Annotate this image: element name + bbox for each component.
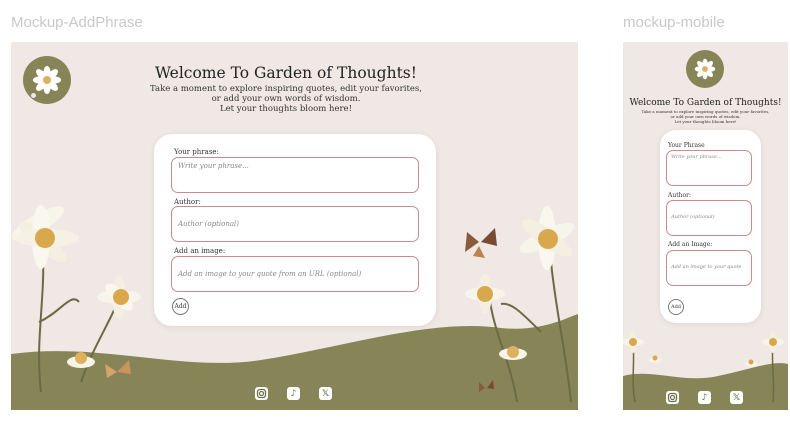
image-label: Add an image:	[174, 247, 226, 255]
mobile-image-url-input[interactable]: Add an image to your quote	[666, 250, 752, 286]
butterfly-right	[465, 228, 497, 258]
mobile-frame-label: mockup-mobile	[623, 14, 725, 31]
desktop-mockup: Welcome To Garden of Thoughts! Take a mo…	[11, 42, 578, 410]
tiktok-icon[interactable]: ♪	[287, 387, 300, 400]
mobile-flower-icon	[694, 58, 716, 80]
flower-icon	[33, 66, 61, 94]
author-input[interactable]: Author (optional)	[171, 206, 419, 242]
mobile-author-input[interactable]: Author (optional)	[666, 200, 752, 236]
intro-line-2: or add your own words of wisdom.	[211, 94, 361, 104]
mobile-instagram-icon[interactable]	[666, 391, 679, 404]
page-title: Welcome To Garden of Thoughts!	[155, 64, 417, 82]
intro-line-1: Take a moment to explore inspiring quote…	[150, 84, 422, 94]
mobile-add-button[interactable]: Add	[668, 299, 684, 315]
intro-line-3: Let your thoughts bloom here!	[220, 104, 352, 114]
mobile-x-icon[interactable]: 𝕏	[730, 391, 743, 404]
add-button[interactable]: Add	[172, 298, 189, 315]
desktop-frame-label: Mockup-AddPhrase	[11, 14, 143, 31]
mobile-phrase-label: Your Phrase	[668, 142, 705, 149]
author-label: Author:	[174, 198, 201, 206]
garden-logo	[23, 56, 71, 104]
mobile-mockup: Welcome To Garden of Thoughts! Take a mo…	[623, 42, 788, 410]
x-icon[interactable]: 𝕏	[319, 387, 332, 400]
mobile-intro-line-3: Let your thoughts bloom here!	[674, 119, 737, 124]
mobile-phrase-input[interactable]: Write your phrase...	[666, 150, 752, 186]
mobile-garden-logo	[686, 50, 724, 88]
phrase-label: Your phrase:	[174, 148, 219, 156]
mobile-page-title: Welcome To Garden of Thoughts!	[629, 98, 782, 108]
instagram-icon[interactable]	[255, 387, 268, 400]
mobile-tiktok-icon[interactable]: ♪	[698, 391, 711, 404]
image-url-input[interactable]: Add an image to your quote from an URL (…	[171, 256, 419, 292]
phrase-input[interactable]: Write your phrase...	[171, 157, 419, 193]
mobile-image-label: Add an Image:	[668, 241, 713, 248]
mobile-author-label: Author:	[668, 192, 691, 199]
